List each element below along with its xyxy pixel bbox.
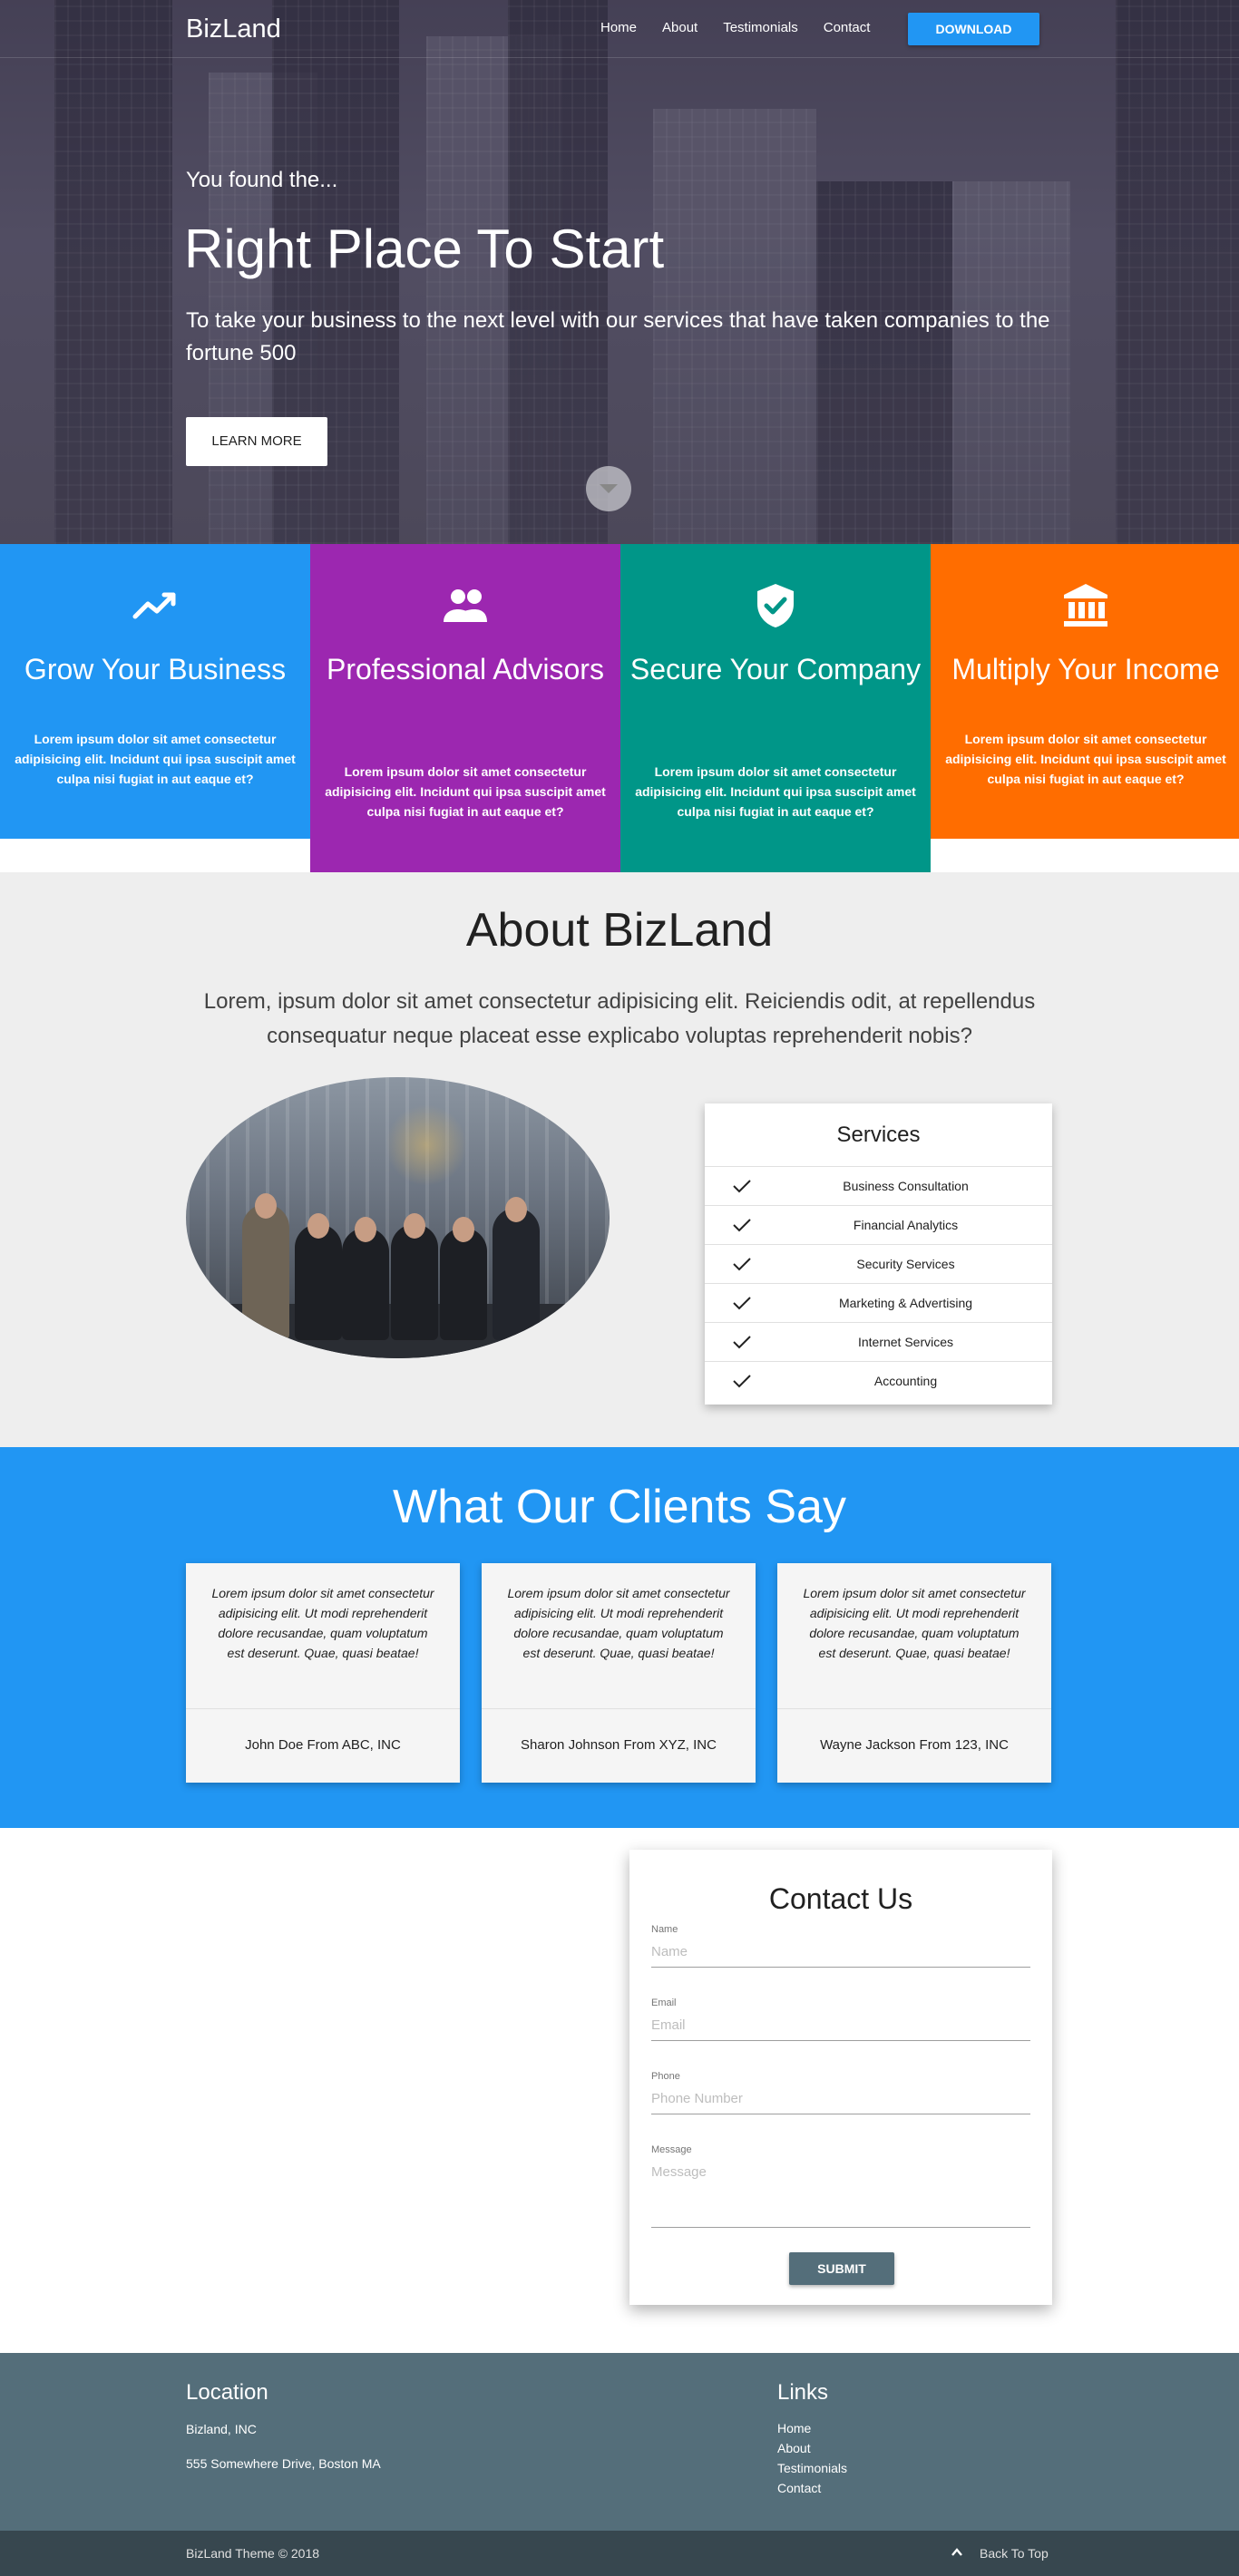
feature-title: Multiply Your Income	[951, 653, 1220, 685]
service-label: Business Consultation	[843, 1179, 969, 1193]
testimonial-author: John Doe From ABC, INC	[245, 1737, 401, 1753]
about-title: About BizLand	[465, 904, 774, 957]
testimonials-title: What Our Clients Say	[393, 1481, 846, 1533]
phone-input[interactable]: Phone Number	[651, 2091, 1030, 2114]
check-icon	[733, 1180, 751, 1193]
people-icon	[444, 589, 487, 622]
feature-title: Professional Advisors	[327, 653, 604, 685]
check-icon	[733, 1336, 751, 1349]
testimonial-quote: Lorem ipsum dolor sit amet consectetur a…	[803, 1586, 1026, 1660]
testimonial-card: Lorem ipsum dolor sit amet consectetur a…	[186, 1563, 460, 1783]
email-label: Email	[651, 1998, 677, 2008]
nav-link-home[interactable]: Home	[600, 20, 637, 35]
hero-section: BizLand Home About Testimonials Contact …	[0, 0, 1239, 544]
back-to-top-link[interactable]: Back To Top	[951, 2546, 1049, 2561]
footer: Location Bizland, INC 555 Somewhere Driv…	[0, 2353, 1239, 2531]
list-item: Security Services	[705, 1245, 1052, 1284]
testimonial-card: Lorem ipsum dolor sit amet consectetur a…	[777, 1563, 1051, 1783]
footer-link-contact[interactable]: Contact	[777, 2478, 847, 2498]
feature-card-grow: Grow Your Business Lorem ipsum dolor sit…	[0, 544, 310, 839]
feature-card-income: Multiply Your Income Lorem ipsum dolor s…	[931, 544, 1239, 839]
contact-form-card: Contact Us Name Name Email Email Phone P…	[629, 1850, 1052, 2305]
testimonial-card: Lorem ipsum dolor sit amet consectetur a…	[482, 1563, 756, 1783]
testimonial-author: Wayne Jackson From 123, INC	[820, 1737, 1009, 1753]
service-label: Internet Services	[857, 1335, 954, 1349]
check-icon	[733, 1219, 751, 1232]
footer-link-testimonials[interactable]: Testimonials	[777, 2458, 847, 2478]
nav-link-about[interactable]: About	[662, 20, 698, 35]
chevron-up-icon	[951, 2548, 962, 2556]
nav-link-testimonials[interactable]: Testimonials	[723, 20, 798, 35]
phone-field: Phone Phone Number	[651, 2071, 1030, 2114]
download-button[interactable]: DOWNLOAD	[908, 13, 1039, 45]
testimonial-author: Sharon Johnson From XYZ, INC	[521, 1737, 717, 1753]
chevron-down-icon	[600, 484, 618, 493]
copyright: BizLand Theme © 2018	[186, 2546, 320, 2561]
nav-links: Home About Testimonials Contact	[600, 20, 895, 35]
bank-icon	[1064, 584, 1107, 627]
team-photo	[186, 1077, 610, 1358]
list-item: Marketing & Advertising	[705, 1284, 1052, 1323]
list-item: Financial Analytics	[705, 1206, 1052, 1245]
footer-links-title: Links	[777, 2380, 829, 2405]
testimonial-quote: Lorem ipsum dolor sit amet consectetur a…	[507, 1586, 730, 1660]
name-input[interactable]: Name	[651, 1944, 1030, 1968]
check-icon	[733, 1297, 751, 1310]
hero-subtitle: You found the...	[186, 168, 338, 192]
hero-title: Right Place To Start	[184, 219, 665, 279]
feature-title: Grow Your Business	[24, 653, 287, 685]
feature-card-secure: Secure Your Company Lorem ipsum dolor si…	[620, 544, 931, 872]
features-section: Grow Your Business Lorem ipsum dolor sit…	[0, 544, 1239, 872]
top-navbar: BizLand Home About Testimonials Contact …	[0, 0, 1239, 58]
learn-more-button[interactable]: LEARN MORE	[186, 417, 327, 466]
email-input[interactable]: Email	[651, 2017, 1030, 2041]
service-label: Marketing & Advertising	[838, 1296, 973, 1310]
brand-logo[interactable]: BizLand	[186, 15, 281, 44]
footer-links: Home About Testimonials Contact	[777, 2418, 847, 2498]
check-icon	[733, 1258, 751, 1271]
footer-link-home[interactable]: Home	[777, 2418, 847, 2438]
message-label: Message	[651, 2144, 692, 2155]
trending-up-icon	[132, 592, 176, 619]
list-item: Accounting	[705, 1362, 1052, 1401]
scroll-down-button[interactable]	[586, 466, 631, 511]
list-item: Internet Services	[705, 1323, 1052, 1362]
nav-link-contact[interactable]: Contact	[824, 20, 871, 35]
phone-label: Phone	[651, 2071, 680, 2082]
hero-text: To take your business to the next level …	[186, 308, 1050, 365]
feature-text: Lorem ipsum dolor sit amet consectetur a…	[15, 732, 296, 786]
list-item: Business Consultation	[705, 1167, 1052, 1206]
email-field: Email Email	[651, 1998, 1030, 2041]
submit-button[interactable]: SUBMIT	[789, 2252, 894, 2285]
testimonials-section: What Our Clients Say Lorem ipsum dolor s…	[0, 1447, 1239, 1828]
service-label: Security Services	[856, 1257, 955, 1271]
feature-title: Secure Your Company	[629, 653, 922, 685]
service-label: Accounting	[873, 1374, 938, 1388]
about-lead: Lorem, ipsum dolor sit amet consectetur …	[203, 989, 1036, 1048]
name-field: Name Name	[651, 1924, 1030, 1968]
feature-text: Lorem ipsum dolor sit amet consectetur a…	[325, 764, 606, 819]
footer-location-title: Location	[186, 2380, 268, 2405]
feature-text: Lorem ipsum dolor sit amet consectetur a…	[635, 764, 916, 819]
bottom-bar: BizLand Theme © 2018 Back To Top	[0, 2531, 1239, 2576]
feature-text: Lorem ipsum dolor sit amet consectetur a…	[945, 732, 1226, 786]
message-field: Message Message	[651, 2144, 1030, 2228]
name-label: Name	[651, 1924, 678, 1935]
services-title: Services	[705, 1103, 1052, 1167]
contact-title: Contact Us	[768, 1882, 913, 1915]
shield-check-icon	[757, 584, 794, 627]
testimonial-quote: Lorem ipsum dolor sit amet consectetur a…	[211, 1586, 434, 1660]
feature-card-advisors: Professional Advisors Lorem ipsum dolor …	[310, 544, 620, 872]
check-icon	[733, 1375, 751, 1388]
back-to-top-label: Back To Top	[980, 2546, 1049, 2561]
footer-address: 555 Somewhere Drive, Boston MA	[186, 2456, 381, 2471]
services-card: Services Business Consultation Financial…	[705, 1103, 1052, 1405]
message-input[interactable]: Message	[651, 2164, 1030, 2228]
service-label: Financial Analytics	[853, 1218, 959, 1232]
footer-link-about[interactable]: About	[777, 2438, 847, 2458]
about-section: About BizLand Lorem, ipsum dolor sit ame…	[0, 872, 1239, 1447]
footer-company: Bizland, INC	[186, 2422, 257, 2436]
